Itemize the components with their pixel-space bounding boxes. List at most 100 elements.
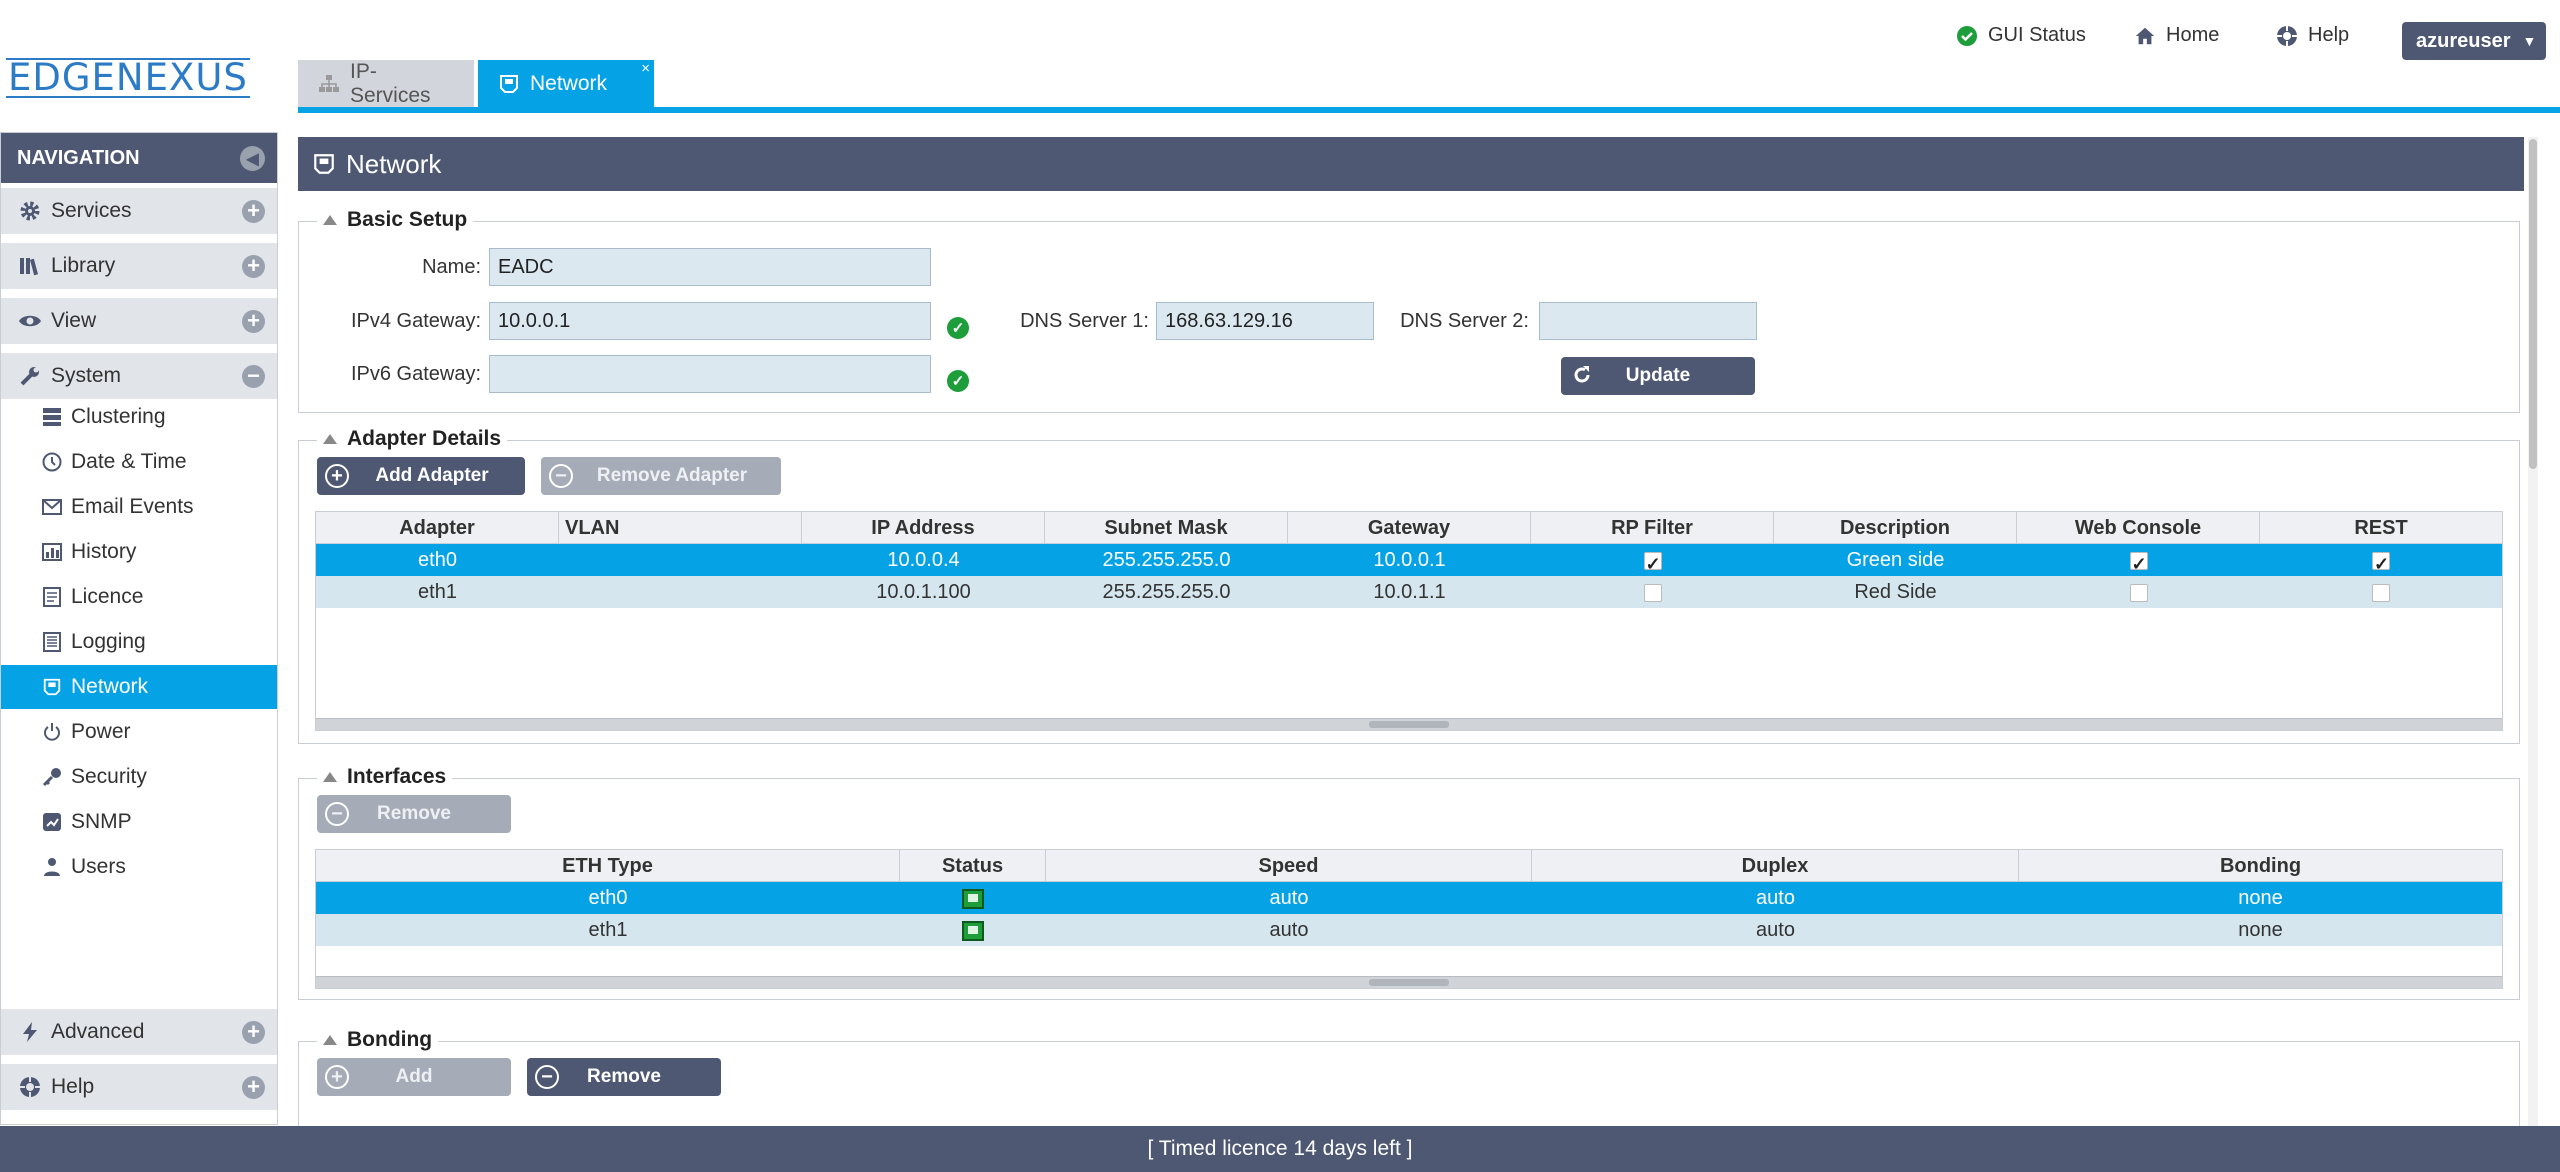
nav-section-library[interactable]: Library + [1, 243, 277, 289]
nav-item-clustering[interactable]: Clustering [1, 395, 277, 439]
col-header-adapter[interactable]: Adapter [316, 512, 559, 543]
rp-filter-checkbox[interactable] [1643, 583, 1662, 602]
panel-title: Network [346, 148, 442, 179]
scrollbar-grip[interactable] [1369, 979, 1449, 986]
nav-section-advanced[interactable]: Advanced + [1, 1009, 277, 1055]
adapter-details-legend[interactable]: Adapter Details [317, 427, 508, 451]
col-header-subnet-mask[interactable]: Subnet Mask [1045, 512, 1288, 543]
cell-gateway: 10.0.1.1 [1373, 581, 1446, 603]
cell-web-console [2017, 576, 2260, 608]
remove-adapter-button[interactable]: − Remove Adapter [541, 457, 781, 495]
col-header-bonding[interactable]: Bonding [2019, 850, 2502, 881]
scrollbar-grip[interactable] [1369, 721, 1449, 728]
col-header-vlan[interactable]: VLAN [559, 512, 802, 543]
col-header-speed[interactable]: Speed [1046, 850, 1532, 881]
bonding-legend[interactable]: Bonding [317, 1028, 439, 1052]
nav-item-label: Network [71, 675, 149, 698]
user-menu-button[interactable]: azureuser ▼ [2402, 22, 2546, 60]
cell-adapter: eth1 [418, 581, 457, 603]
nav-item-users[interactable]: Users [1, 845, 277, 889]
ipv4-gateway-input[interactable]: 10.0.0.1 [489, 302, 931, 340]
dns-server-1-input[interactable]: 168.63.129.16 [1156, 302, 1374, 340]
col-header-duplex[interactable]: Duplex [1532, 850, 2019, 881]
nav-item-date-time[interactable]: Date & Time [1, 440, 277, 484]
nav-section-help[interactable]: Help + [1, 1064, 277, 1110]
expand-icon[interactable]: + [242, 1076, 265, 1099]
cell-vlan [559, 576, 802, 608]
col-header-eth-type[interactable]: ETH Type [316, 850, 900, 881]
tab-underline [298, 107, 2560, 113]
horizontal-scrollbar[interactable] [316, 976, 2502, 988]
gui-status-link[interactable]: GUI Status [1956, 24, 2086, 47]
nav-item-power[interactable]: Power [1, 710, 277, 754]
expand-icon[interactable]: + [242, 200, 265, 223]
interfaces-table: ETH Type Status Speed Duplex Bonding eth… [315, 849, 2503, 989]
rest-checkbox[interactable] [2372, 583, 2390, 602]
home-link[interactable]: Home [2134, 24, 2219, 47]
basic-setup-legend[interactable]: Basic Setup [317, 208, 474, 232]
collapse-nav-icon[interactable]: ◀ [240, 146, 265, 171]
home-label: Home [2166, 24, 2220, 46]
remove-bonding-button[interactable]: − Remove [527, 1058, 721, 1096]
expand-icon[interactable]: + [242, 255, 265, 278]
ipv6-gateway-input[interactable] [489, 355, 931, 393]
table-row[interactable]: eth0 auto auto none [316, 882, 2502, 914]
cell-subnet-mask: 255.255.255.0 [1102, 549, 1231, 571]
rp-filter-checkbox[interactable] [1643, 548, 1662, 580]
web-console-checkbox[interactable] [2129, 583, 2148, 602]
nav-item-security[interactable]: Security [1, 755, 277, 799]
add-bonding-button[interactable]: + Add [317, 1058, 511, 1096]
col-header-rp-filter[interactable]: RP Filter [1531, 512, 1774, 543]
tab-network[interactable]: Network × [478, 60, 654, 108]
nav-section-services[interactable]: Services + [1, 188, 277, 234]
close-tab-icon[interactable]: × [641, 60, 650, 77]
col-header-ip-address[interactable]: IP Address [802, 512, 1045, 543]
col-header-gateway[interactable]: Gateway [1288, 512, 1531, 543]
col-header-status[interactable]: Status [900, 850, 1046, 881]
cell-description: Red Side [1854, 581, 1937, 603]
scrollbar-thumb[interactable] [2529, 139, 2537, 469]
nav-item-licence[interactable]: Licence [1, 575, 277, 619]
nav-section-view[interactable]: View + [1, 298, 277, 344]
minus-circle-icon: − [535, 1065, 559, 1089]
dns-server-2-input[interactable] [1539, 302, 1757, 340]
update-button[interactable]: Update [1561, 357, 1755, 395]
nav-section-label: Library [51, 254, 116, 277]
expand-icon[interactable]: + [242, 310, 265, 333]
ipv4-gateway-label: IPv4 Gateway: [350, 310, 481, 332]
table-row[interactable]: eth1 10.0.1.100 255.255.255.0 10.0.1.1 R… [316, 576, 2502, 608]
nav-item-logging[interactable]: Logging [1, 620, 277, 664]
cell-ip-address: 10.0.0.4 [887, 549, 960, 571]
web-console-checkbox[interactable] [2129, 548, 2148, 580]
nav-section-system[interactable]: System − [1, 353, 277, 399]
rest-checkbox[interactable] [2372, 548, 2390, 580]
cell-rest [2260, 544, 2502, 580]
document-icon [41, 587, 63, 607]
nav-item-snmp[interactable]: SNMP [1, 800, 277, 844]
table-row[interactable]: eth1 auto auto none [316, 914, 2502, 946]
col-header-description[interactable]: Description [1774, 512, 2017, 543]
dns-server-1-label: DNS Server 1: [1020, 310, 1149, 332]
valid-check-icon: ✓ [947, 370, 969, 392]
nav-item-email-events[interactable]: Email Events [1, 485, 277, 529]
col-header-web-console[interactable]: Web Console [2017, 512, 2260, 543]
help-link[interactable]: Help [2276, 24, 2349, 47]
tab-ip-services[interactable]: IP-Services [298, 60, 474, 108]
plus-circle-icon: + [325, 464, 349, 488]
lifebuoy-icon [2276, 25, 2298, 47]
interfaces-legend[interactable]: Interfaces [317, 765, 453, 789]
table-row[interactable]: eth0 10.0.0.4 255.255.255.0 10.0.0.1 Gre… [316, 544, 2502, 580]
envelope-icon [41, 499, 63, 515]
name-input[interactable]: EADC [489, 248, 931, 286]
add-adapter-button[interactable]: + Add Adapter [317, 457, 525, 495]
help-label: Help [2308, 24, 2350, 46]
nav-item-history[interactable]: History [1, 530, 277, 574]
vertical-scrollbar[interactable] [2528, 137, 2538, 1127]
horizontal-scrollbar[interactable] [316, 718, 2502, 730]
nav-item-network[interactable]: Network [1, 665, 277, 709]
collapse-icon[interactable]: − [242, 365, 265, 388]
col-header-rest[interactable]: REST [2260, 512, 2502, 543]
cell-adapter: eth0 [418, 549, 457, 571]
expand-icon[interactable]: + [242, 1021, 265, 1044]
remove-interface-button[interactable]: − Remove [317, 795, 511, 833]
